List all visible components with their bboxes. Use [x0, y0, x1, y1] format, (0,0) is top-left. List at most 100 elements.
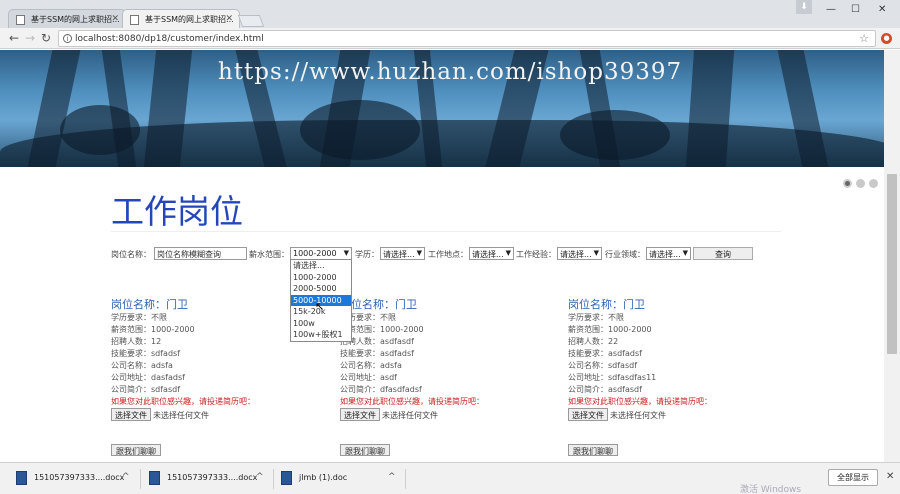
close-icon[interactable]: ✕	[886, 471, 894, 482]
reload-icon[interactable]: ↻	[41, 31, 51, 45]
browser-tab-active[interactable]: 基于SSM的网上求职招... ✕	[122, 9, 240, 29]
job-education: 学历要求：不限	[568, 313, 624, 322]
choose-file-button[interactable]: 选择文件	[111, 408, 151, 421]
show-all-downloads-button[interactable]: 全部显示	[828, 469, 878, 486]
industry-select-value: 请选择...	[649, 250, 681, 259]
choose-file-button[interactable]: 选择文件	[340, 408, 380, 421]
download-item[interactable]: 151057397333....docx ^	[149, 469, 269, 489]
arrow-right-icon[interactable]: →	[25, 31, 35, 45]
dropdown-option[interactable]: 请选择...	[291, 260, 351, 272]
job-address: 公司地址：asdf	[340, 373, 397, 382]
tab-title: 基于SSM的网上求职招...	[145, 15, 234, 24]
browser-tab-strip: 基于SSM的网上求职招... ✕ 基于SSM的网上求职招... ✕ ⬇ — ☐ …	[0, 0, 900, 29]
star-icon[interactable]: ☆	[859, 32, 869, 45]
extension-icon[interactable]: ●	[881, 33, 892, 44]
education-select[interactable]: 请选择... ▼	[380, 247, 425, 260]
url-text[interactable]: localhost:8080/dp18/customer/index.html	[75, 34, 264, 44]
chevron-down-icon: ▼	[682, 249, 688, 257]
contact-button[interactable]: 跟我们聊聊	[111, 444, 161, 456]
job-headcount: 招聘人数：22	[568, 337, 619, 346]
search-button[interactable]: 查询	[693, 247, 753, 260]
dropdown-option[interactable]: 1000-2000	[291, 272, 351, 284]
resume-upload: 选择文件 未选择任何文件	[340, 408, 560, 422]
location-select[interactable]: 请选择... ▼	[469, 247, 514, 260]
position-search-input[interactable]: 岗位名称模糊查询	[154, 247, 247, 260]
divider	[111, 231, 781, 232]
chevron-down-icon: ▼	[343, 249, 349, 257]
download-arrow-icon: ⬇	[796, 0, 812, 14]
scrollbar-thumb[interactable]	[887, 174, 897, 354]
job-apply-note: 如果您对此职位感兴趣，请投递简历吧：	[340, 397, 484, 406]
page-scrollbar[interactable]	[884, 50, 900, 462]
job-education: 学历要求：不限	[340, 313, 396, 322]
download-filename: jlmb (1).doc	[299, 473, 348, 482]
carousel-dot[interactable]	[869, 179, 878, 188]
download-filename: 151057397333....docx	[34, 473, 125, 482]
job-skills: 技能要求：asdfadsf	[568, 349, 642, 358]
job-apply-note: 如果您对此职位感兴趣，请投递简历吧：	[568, 397, 712, 406]
job-headcount: 招聘人数：asdfasdf	[340, 337, 414, 346]
chevron-up-icon[interactable]: ^	[122, 472, 130, 482]
arrow-left-icon[interactable]: ←	[9, 31, 19, 45]
industry-label: 行业领域：	[605, 250, 645, 259]
download-item[interactable]: jlmb (1).doc ^	[281, 469, 401, 489]
salary-label: 薪水范围：	[249, 250, 289, 259]
job-salary: 薪资范围：1000-2000	[340, 325, 424, 334]
education-select-value: 请选择...	[383, 250, 415, 259]
carousel-dot-active[interactable]	[843, 179, 852, 188]
experience-label: 工作经验：	[516, 250, 556, 259]
page-title: 工作岗位	[111, 192, 243, 231]
info-icon[interactable]: i	[63, 34, 72, 43]
browser-tab[interactable]: 基于SSM的网上求职招... ✕	[8, 9, 126, 29]
industry-select[interactable]: 请选择... ▼	[646, 247, 691, 260]
contact-button[interactable]: 跟我们聊聊	[340, 444, 390, 456]
position-label: 岗位名称：	[111, 250, 151, 259]
job-intro: 公司简介：sdfasdf	[111, 385, 181, 394]
word-file-icon	[149, 471, 160, 485]
job-title[interactable]: 岗位名称：门卫	[568, 296, 788, 311]
experience-select[interactable]: 请选择... ▼	[557, 247, 602, 260]
window-close-icon[interactable]: ✕	[878, 4, 886, 15]
mouse-cursor-icon: ↖	[315, 300, 325, 313]
page-icon	[130, 15, 139, 25]
chevron-up-icon[interactable]: ^	[256, 472, 264, 482]
chevron-up-icon[interactable]: ^	[388, 472, 396, 482]
job-company: 公司名称：adsfa	[340, 361, 402, 370]
job-card: 岗位名称：门卫 学历要求：不限 薪资范围：1000-2000 招聘人数：asdf…	[340, 296, 560, 456]
page-icon	[16, 15, 25, 25]
word-file-icon	[281, 471, 292, 485]
minimize-icon[interactable]: —	[826, 4, 836, 15]
hero-banner: https://www.huzhan.com/ishop39397	[0, 50, 884, 167]
contact-button[interactable]: 跟我们聊聊	[568, 444, 618, 456]
job-company: 公司名称：adsfa	[111, 361, 173, 370]
resume-upload: 选择文件 未选择任何文件	[568, 408, 788, 422]
carousel-indicators	[843, 179, 882, 191]
dropdown-option[interactable]: 100w+股权1	[291, 329, 351, 341]
job-skills: 技能要求：sdfadsf	[111, 349, 181, 358]
word-file-icon	[16, 471, 27, 485]
experience-select-value: 请选择...	[560, 250, 592, 259]
job-card: 岗位名称：门卫 学历要求：不限 薪资范围：1000-2000 招聘人数：22 技…	[568, 296, 788, 456]
dropdown-option[interactable]: 2000-5000	[291, 283, 351, 295]
chevron-down-icon: ▼	[593, 249, 599, 257]
file-status: 未选择任何文件	[153, 411, 209, 420]
close-icon[interactable]: ✕	[111, 14, 119, 24]
file-status: 未选择任何文件	[610, 411, 666, 420]
resume-upload: 选择文件 未选择任何文件	[111, 408, 331, 422]
close-icon[interactable]: ✕	[225, 14, 233, 24]
download-filename: 151057397333....docx	[167, 473, 258, 482]
salary-select-value: 1000-2000	[293, 249, 337, 258]
new-tab-button[interactable]	[237, 15, 265, 27]
job-address: 公司地址：sdfasdfas11	[568, 373, 657, 382]
windows-activation-watermark: 激活 Windows	[740, 485, 802, 494]
job-intro: 公司简介：asdfasdf	[568, 385, 642, 394]
job-title[interactable]: 岗位名称：门卫	[340, 296, 560, 311]
dropdown-option[interactable]: 100w	[291, 318, 351, 330]
choose-file-button[interactable]: 选择文件	[568, 408, 608, 421]
download-item[interactable]: 151057397333....docx ^	[16, 469, 136, 489]
carousel-dot[interactable]	[856, 179, 865, 188]
job-address: 公司地址：dasfadsf	[111, 373, 185, 382]
maximize-icon[interactable]: ☐	[851, 4, 860, 15]
chevron-down-icon: ▼	[416, 249, 422, 257]
address-bar[interactable]: i localhost:8080/dp18/customer/index.htm…	[58, 30, 876, 47]
